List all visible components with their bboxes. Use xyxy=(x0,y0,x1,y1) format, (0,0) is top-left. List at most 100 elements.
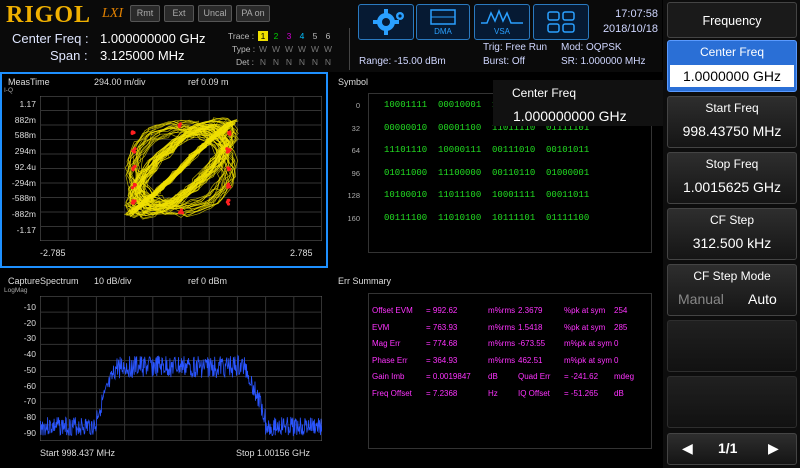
menu-item-value: 1.0000000 GHz xyxy=(670,65,794,87)
err-summary-cell: %pk at sym xyxy=(564,306,606,315)
vsa-label: VSA xyxy=(493,27,510,36)
span-readout[interactable]: 3.125000 MHz xyxy=(100,48,185,63)
clock-time: 17:07:58 xyxy=(615,8,658,20)
trace-detector: N xyxy=(311,57,319,67)
err-summary-cell: 1.5418 xyxy=(518,322,543,332)
trace-detector: N xyxy=(259,57,267,67)
cf-step-manual-option[interactable]: Manual xyxy=(678,291,724,307)
spectrum-plot xyxy=(40,296,322,441)
menu-center-freq[interactable]: Center Freq 1.0000000 GHz xyxy=(667,40,797,92)
symbol-title: Symbol xyxy=(338,77,369,87)
y-tick-label: -70 xyxy=(23,396,36,407)
spectrum-stop: Stop 1.00156 GHz xyxy=(236,448,311,458)
y-tick-label: -20 xyxy=(23,317,36,328)
trace-detector: N xyxy=(272,57,280,67)
y-tick-label: 92.4u xyxy=(14,161,36,172)
symbol-index: 96 xyxy=(351,168,360,178)
y-tick-label: 882m xyxy=(14,114,36,125)
page-next-icon[interactable]: ▶ xyxy=(768,440,779,457)
menu-stop-freq[interactable]: Stop Freq 1.0015625 GHz xyxy=(667,152,797,204)
symbol-point xyxy=(226,149,231,154)
dma-label: DMA xyxy=(434,27,452,36)
y-tick-label: 1.17 xyxy=(19,99,36,109)
trace-type: W xyxy=(310,44,320,54)
trace-number[interactable]: 3 xyxy=(284,31,294,41)
constellation-plot xyxy=(40,96,322,241)
meastime-scale: 294.00 m/div xyxy=(94,77,146,87)
symbol-point xyxy=(227,131,231,135)
vsa-button[interactable]: VSA xyxy=(474,4,530,40)
symbol-point xyxy=(132,184,136,188)
trace-number[interactable]: 1 xyxy=(258,31,268,41)
symbol-rate-readout: SR: 1.000000 MHz xyxy=(561,56,646,67)
err-summary-cell: m%rms xyxy=(488,355,516,365)
layout-button[interactable] xyxy=(533,4,589,40)
menu-start-freq[interactable]: Start Freq 998.43750 MHz xyxy=(667,96,797,148)
center-freq-readout[interactable]: 1.000000000 GHz xyxy=(100,31,206,46)
popup-label: Center Freq xyxy=(512,86,577,100)
err-summary-cell: 0 xyxy=(614,339,619,348)
modulation-readout: Mod: OQPSK xyxy=(561,42,622,53)
burst-readout: Burst: Off xyxy=(483,56,526,67)
err-summary-cell: = 0.0019847 xyxy=(426,372,471,381)
err-summary-cell: Quad Err xyxy=(518,372,551,381)
err-summary-cell: m%rms xyxy=(488,306,516,315)
err-summary-cell: Hz xyxy=(488,388,498,398)
err-summary-cell: = 763.93 xyxy=(426,322,458,332)
menu-empty-1 xyxy=(667,320,797,372)
dma-button[interactable]: DMA xyxy=(416,4,470,40)
popup-value[interactable]: 1.000000000 GHz xyxy=(513,108,627,124)
err-summary-cell: %pk at sym xyxy=(564,322,606,332)
menu-pager: ◀ 1/1 ▶ xyxy=(667,433,797,465)
y-tick-label: -1.17 xyxy=(16,224,36,235)
symbol-point xyxy=(178,210,182,214)
menu-cf-step-mode[interactable]: CF Step Mode Manual Auto xyxy=(667,264,797,316)
err-summary-cell: 254 xyxy=(614,306,628,315)
err-summary-table xyxy=(368,293,652,449)
trace-number[interactable]: 2 xyxy=(271,31,281,41)
meastime-x-left: -2.785 xyxy=(40,248,66,258)
err-summary-cell: m%pk at sym xyxy=(564,355,613,365)
err-summary-cell: m%rms xyxy=(488,322,516,332)
trace-table[interactable]: 1WN2WN3WN4WN5WN6WN xyxy=(258,30,342,70)
rigol-logo: RIGOL xyxy=(6,2,92,28)
pa-on-indicator: PA on xyxy=(236,5,270,22)
uncal-indicator: Uncal xyxy=(198,5,232,22)
symbol-point xyxy=(226,198,230,202)
page-prev-icon[interactable]: ◀ xyxy=(682,440,693,457)
trigger-readout: Trig: Free Run xyxy=(483,42,548,53)
y-tick-label: -10 xyxy=(23,302,36,312)
err-summary-cell: Phase Err xyxy=(372,355,408,365)
trace-number[interactable]: 4 xyxy=(297,31,307,41)
det-label: Det : xyxy=(236,57,254,67)
trace-type: W xyxy=(258,44,268,54)
menu-item-value: 998.43750 MHz xyxy=(682,123,782,139)
y-tick-label: -80 xyxy=(23,411,36,422)
trace-number[interactable]: 6 xyxy=(323,31,333,41)
symbol-bits: 11101110 10000111 00111010 00101011 xyxy=(384,145,590,155)
symbol-index: 64 xyxy=(351,146,360,155)
y-tick-label: -60 xyxy=(23,380,36,391)
symbol-index: 128 xyxy=(347,191,360,200)
type-label: Type : xyxy=(232,44,256,54)
settings-button[interactable] xyxy=(358,4,414,40)
menu-empty-2 xyxy=(667,376,797,428)
symbol-point xyxy=(130,130,135,134)
symbol-point xyxy=(133,164,137,168)
menu-cf-step[interactable]: CF Step 312.500 kHz xyxy=(667,208,797,260)
symbol-point xyxy=(226,183,230,187)
menu-item-label: Stop Freq xyxy=(705,157,759,171)
err-summary-cell: Mag Err xyxy=(372,339,401,348)
trace-type: W xyxy=(284,44,294,54)
y-tick-label: 294m xyxy=(14,146,36,157)
trace-detector: N xyxy=(285,57,293,67)
ext-indicator: Ext xyxy=(164,5,194,22)
trace-detector: N xyxy=(298,57,306,67)
trace-number[interactable]: 5 xyxy=(310,31,320,41)
dma-icon xyxy=(430,9,456,25)
y-tick-label: -40 xyxy=(23,349,36,360)
spectrum-scale: 10 dB/div xyxy=(94,276,132,286)
trace-detector: N xyxy=(324,57,332,67)
err-summary-cell: 2.3679 xyxy=(518,306,543,315)
cf-step-auto-option[interactable]: Auto xyxy=(748,291,777,307)
